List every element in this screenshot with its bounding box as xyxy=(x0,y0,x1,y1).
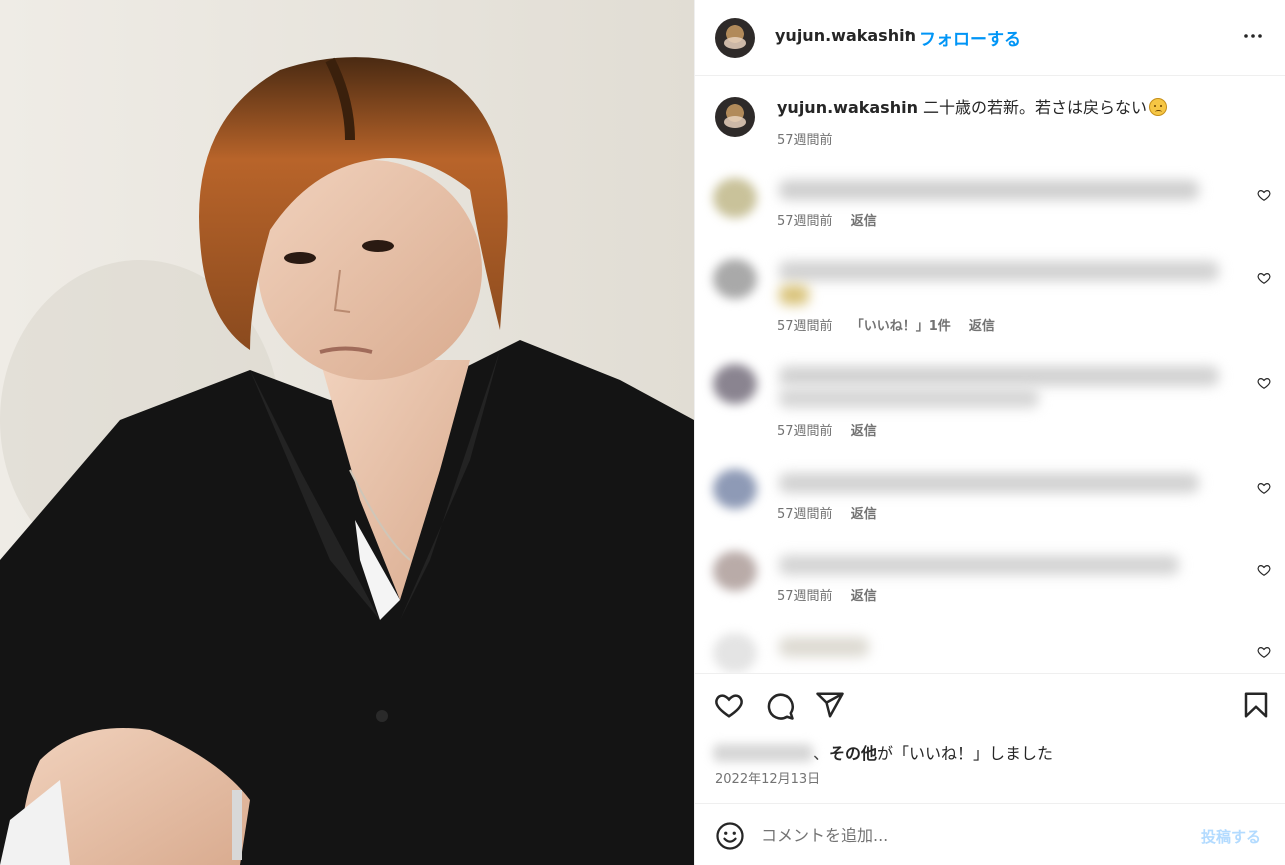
comment-meta: 57週間前 「いいね！」1件 返信 xyxy=(777,315,1009,334)
comment-like-heart-icon[interactable] xyxy=(1257,645,1271,659)
comment-avatar[interactable] xyxy=(713,178,757,218)
header-separator: • xyxy=(903,24,913,43)
post-photo[interactable] xyxy=(0,0,694,865)
emoji-icon[interactable] xyxy=(715,821,745,851)
comment-meta: 57週間前 返信 xyxy=(777,585,891,604)
reply-button[interactable]: 返信 xyxy=(851,589,877,604)
more-options-icon[interactable] xyxy=(1241,24,1267,48)
comment-like-heart-icon[interactable] xyxy=(1257,376,1271,390)
comment-time: 57週間前 xyxy=(777,424,833,439)
author-username[interactable]: yujun.wakashin xyxy=(775,26,916,45)
comment-like-heart-icon[interactable] xyxy=(1257,481,1271,495)
comment-avatar[interactable] xyxy=(713,633,757,673)
comment-like-heart-icon[interactable] xyxy=(1257,563,1271,577)
comment-avatar[interactable] xyxy=(713,551,757,591)
comment-likes-count[interactable]: 「いいね！」1件 xyxy=(851,319,951,334)
caption-text: yujun.wakashin 二十歳の若新。若さは戻らない xyxy=(777,97,1168,119)
comment-time: 57週間前 xyxy=(777,589,833,604)
frowning-face-emoji-icon xyxy=(1149,98,1168,116)
caption-body: 二十歳の若新。若さは戻らない xyxy=(917,98,1148,117)
comment-text-blurred xyxy=(779,555,1179,575)
add-comment-bar: 投稿する xyxy=(695,803,1285,865)
comment-text-blurred xyxy=(779,473,1199,493)
author-avatar[interactable] xyxy=(715,18,755,58)
post-comment-button[interactable]: 投稿する xyxy=(1201,826,1261,847)
liker-name-blurred xyxy=(713,744,813,762)
post-detail-panel: yujun.wakashin • フォローする yujun.wakashin 二… xyxy=(694,0,1285,865)
comment-meta: 57週間前 返信 xyxy=(777,210,891,229)
comments-list[interactable]: yujun.wakashin 二十歳の若新。若さは戻らない 57週間前 57週間… xyxy=(695,77,1285,673)
comment-avatar[interactable] xyxy=(713,364,757,404)
comment-time: 57週間前 xyxy=(777,214,833,229)
caption-username[interactable]: yujun.wakashin xyxy=(777,98,918,117)
post-header: yujun.wakashin • フォローする xyxy=(695,0,1285,76)
comment-text-blurred xyxy=(779,366,1219,386)
caption-avatar[interactable] xyxy=(715,97,755,137)
likes-summary[interactable]: 、その他が「いいね！」しました xyxy=(713,740,1053,764)
bookmark-icon[interactable] xyxy=(1241,690,1271,720)
reply-button[interactable]: 返信 xyxy=(969,319,995,334)
comment-like-heart-icon[interactable] xyxy=(1257,271,1271,285)
post-actions: 、その他が「いいね！」しました 2022年12月13日 xyxy=(695,673,1285,803)
follow-button[interactable]: フォローする xyxy=(919,25,1021,50)
comment-text-blurred xyxy=(779,285,809,305)
portrait-image xyxy=(0,0,694,865)
comment-time: 57週間前 xyxy=(777,319,833,334)
comment-meta: 57週間前 返信 xyxy=(777,420,891,439)
reply-button[interactable]: 返信 xyxy=(851,214,877,229)
likes-separator: 、 xyxy=(813,744,830,763)
comment-time: 57週間前 xyxy=(777,507,833,522)
comment-text-blurred xyxy=(779,388,1039,408)
heart-icon[interactable] xyxy=(714,690,744,720)
comment-avatar[interactable] xyxy=(713,259,757,299)
post-date[interactable]: 2022年12月13日 xyxy=(715,768,820,787)
comment-meta: 57週間前 返信 xyxy=(777,503,891,522)
comment-text-blurred xyxy=(779,261,1219,281)
comment-input[interactable] xyxy=(761,820,1181,850)
comment-like-heart-icon[interactable] xyxy=(1257,188,1271,202)
comment-text-blurred xyxy=(779,180,1199,200)
reply-button[interactable]: 返信 xyxy=(851,424,877,439)
comment-avatar[interactable] xyxy=(713,469,757,509)
caption-time: 57週間前 xyxy=(777,133,833,148)
share-icon[interactable] xyxy=(815,690,845,720)
comment-text-blurred xyxy=(779,637,869,657)
likes-text: が「いいね！」しました xyxy=(877,744,1054,763)
reply-button[interactable]: 返信 xyxy=(851,507,877,522)
likes-others[interactable]: その他 xyxy=(829,744,877,763)
comment-icon[interactable] xyxy=(765,691,795,721)
